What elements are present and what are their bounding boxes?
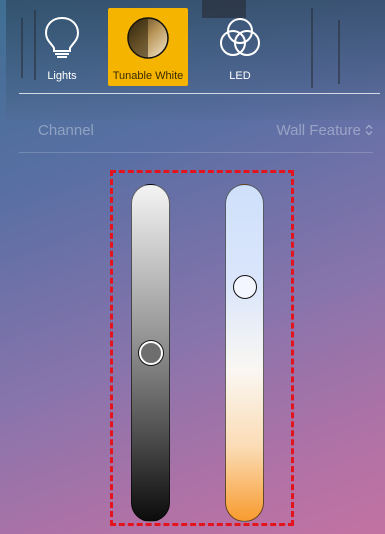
tab-lights[interactable]: Lights bbox=[22, 8, 102, 86]
tab-led[interactable]: LED bbox=[200, 8, 280, 86]
tab-lights-label: Lights bbox=[47, 70, 77, 82]
tunable-white-screen: Lights Tunable White LED Channel Wall Fe… bbox=[6, 0, 385, 534]
tunable-white-icon bbox=[127, 17, 169, 59]
brightness-slider-thumb[interactable] bbox=[139, 341, 163, 365]
mode-tabs: Lights Tunable White LED bbox=[6, 0, 385, 90]
color-temperature-slider-thumb[interactable] bbox=[233, 275, 257, 299]
color-temperature-slider[interactable] bbox=[225, 184, 264, 522]
tab-tunable-white[interactable]: Tunable White bbox=[108, 8, 188, 86]
channel-row[interactable]: Channel Wall Feature bbox=[19, 112, 373, 148]
brightness-slider[interactable] bbox=[131, 184, 170, 522]
lightbulb-icon bbox=[44, 16, 80, 58]
channel-picker[interactable]: Wall Feature bbox=[277, 122, 373, 139]
channel-value: Wall Feature bbox=[276, 121, 361, 139]
rgb-circles-icon bbox=[220, 18, 260, 56]
tab-led-label: LED bbox=[229, 70, 251, 82]
channel-row-divider bbox=[19, 152, 373, 153]
stepper-icon bbox=[365, 124, 373, 136]
tab-tunable-white-label: Tunable White bbox=[112, 70, 184, 82]
tabs-divider bbox=[19, 93, 380, 94]
channel-label: Channel bbox=[38, 121, 94, 139]
